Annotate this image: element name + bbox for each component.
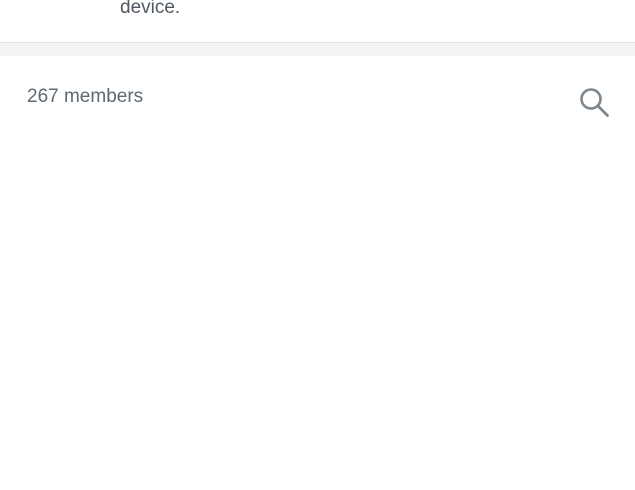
group-description-section: device. bbox=[0, 0, 635, 43]
search-icon bbox=[580, 88, 609, 117]
members-section: 267 members bbox=[0, 56, 635, 490]
group-description-text: device. bbox=[120, 0, 181, 18]
group-info-page: device. 267 members bbox=[0, 0, 635, 490]
section-separator bbox=[0, 43, 635, 56]
members-header: 267 members bbox=[0, 56, 635, 144]
search-members-button[interactable] bbox=[574, 84, 614, 124]
members-count: 267 members bbox=[27, 86, 144, 107]
members-list bbox=[0, 144, 635, 490]
